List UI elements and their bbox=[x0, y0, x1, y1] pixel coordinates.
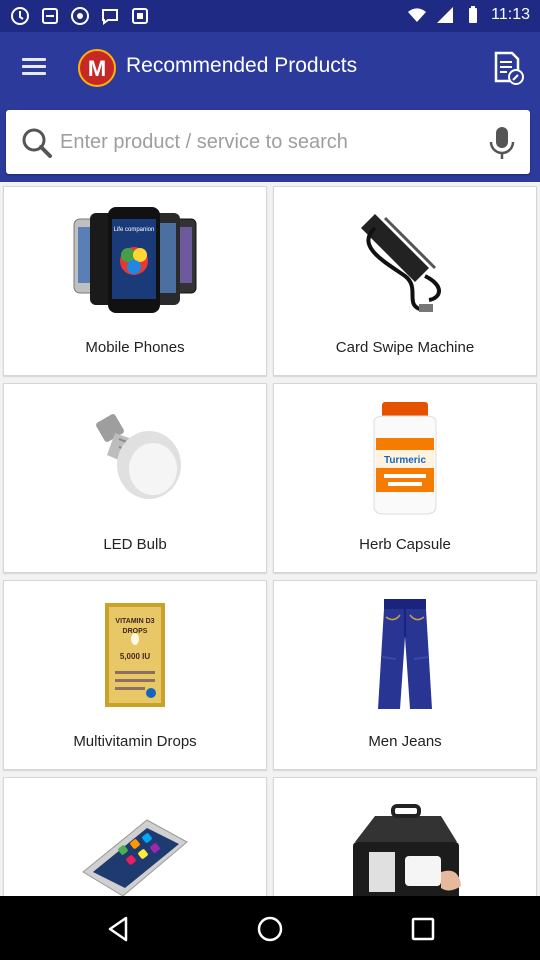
search-input[interactable] bbox=[60, 122, 470, 162]
product-label: LED Bulb bbox=[103, 536, 167, 553]
back-icon[interactable] bbox=[104, 914, 134, 944]
product-card-multivitamin-drops[interactable]: VITAMIN D3 DROPS 5,000 IU Multivitamin D… bbox=[3, 580, 267, 770]
smartphone-image bbox=[4, 788, 266, 896]
notification-icon bbox=[42, 8, 58, 24]
product-card-mobile-phones[interactable]: Life companion Mobile Phones bbox=[3, 186, 267, 376]
page-title: Recommended Products bbox=[126, 54, 358, 77]
document-edit-icon[interactable] bbox=[490, 50, 526, 86]
product-label: Multivitamin Drops bbox=[73, 733, 197, 750]
search-box bbox=[6, 110, 530, 174]
product-label: Mobile Phones bbox=[85, 339, 185, 356]
drops-text-line3: 5,000 IU bbox=[120, 652, 150, 661]
multivitamin-drops-image: VITAMIN D3 DROPS 5,000 IU bbox=[4, 591, 266, 719]
card-swipe-machine-image bbox=[274, 197, 536, 325]
product-card-smartphone[interactable] bbox=[3, 777, 267, 896]
led-bulb-image bbox=[4, 394, 266, 522]
phone-screen-text: Life companion bbox=[114, 227, 155, 233]
product-card-herb-capsule[interactable]: Turmeric Herb Capsule bbox=[273, 383, 537, 573]
hamburger-menu-icon[interactable] bbox=[20, 54, 52, 82]
product-label: Card Swipe Machine bbox=[335, 339, 475, 356]
search-icon[interactable] bbox=[20, 126, 54, 160]
signal-icon bbox=[437, 7, 454, 23]
product-grid: Life companion Mobile Phones Card Swipe … bbox=[0, 182, 540, 896]
logo-letter: M bbox=[88, 56, 106, 81]
recents-icon[interactable] bbox=[408, 914, 438, 944]
status-bar: 11:13 bbox=[0, 0, 540, 32]
product-card-led-bulb[interactable]: LED Bulb bbox=[3, 383, 267, 573]
home-icon[interactable] bbox=[255, 914, 285, 944]
equipment-case-image bbox=[274, 794, 536, 896]
search-bar bbox=[0, 102, 540, 182]
wifi-icon bbox=[408, 8, 427, 22]
men-jeans-image bbox=[274, 591, 536, 719]
app-logo: M bbox=[78, 49, 116, 87]
notification-icon bbox=[132, 8, 148, 24]
notification-icons bbox=[10, 6, 150, 26]
status-time: 11:13 bbox=[491, 6, 530, 23]
status-right: 11:13 bbox=[407, 5, 530, 25]
drops-text-line1: VITAMIN D3 bbox=[115, 618, 154, 625]
notification-icon bbox=[11, 7, 29, 25]
capsule-label-text: Turmeric bbox=[384, 455, 426, 466]
notification-icon bbox=[71, 7, 89, 25]
notification-icon bbox=[102, 9, 118, 25]
product-label: Herb Capsule bbox=[359, 536, 451, 553]
microphone-icon[interactable] bbox=[488, 126, 516, 160]
product-card-card-swipe-machine[interactable]: Card Swipe Machine bbox=[273, 186, 537, 376]
product-label: Men Jeans bbox=[368, 733, 442, 750]
app-bar: M Recommended Products bbox=[0, 32, 540, 102]
mobile-phones-image: Life companion bbox=[4, 197, 266, 325]
battery-icon bbox=[469, 6, 478, 23]
system-navigation-bar bbox=[0, 896, 540, 960]
product-card-equipment-case[interactable] bbox=[273, 777, 537, 896]
product-card-men-jeans[interactable]: Men Jeans bbox=[273, 580, 537, 770]
herb-capsule-image: Turmeric bbox=[274, 394, 536, 522]
